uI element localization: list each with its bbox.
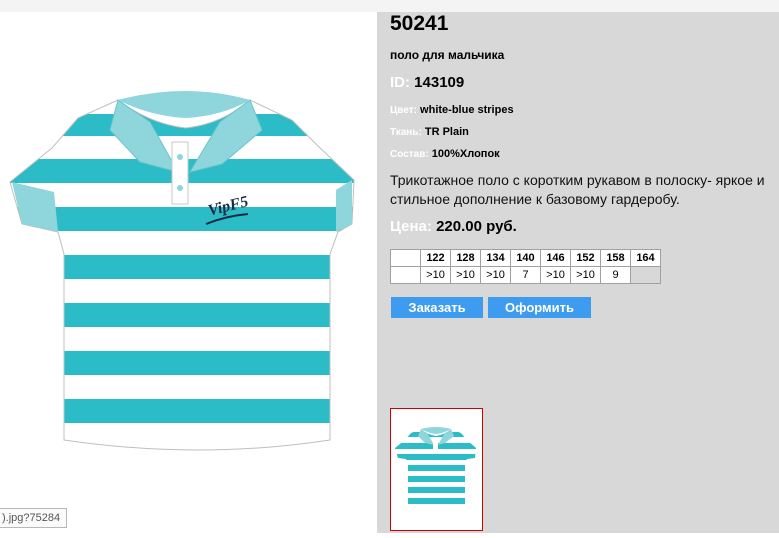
product-thumbnail[interactable] (390, 408, 483, 531)
size-stock-cell[interactable]: >10 (570, 266, 601, 284)
size-header: 164 (630, 249, 661, 267)
size-header: 146 (540, 249, 571, 267)
product-id-row: ID: 143109 (390, 74, 464, 91)
size-table: 122 128 134 140 146 152 158 164 >10 >10 … (390, 249, 661, 284)
color-value: white-blue stripes (420, 104, 514, 116)
fabric-row: Ткань: TR Plain (390, 126, 469, 138)
price-value: 220.00 руб. (436, 218, 517, 235)
size-header: 122 (420, 249, 451, 267)
order-button[interactable]: Заказать (391, 297, 483, 318)
product-image-panel: VipF5 (0, 12, 377, 533)
size-header: 134 (480, 249, 511, 267)
fabric-value: TR Plain (424, 126, 469, 138)
size-header-row: 122 128 134 140 146 152 158 164 (390, 249, 661, 267)
size-header: 128 (450, 249, 481, 267)
color-label: Цвет: (390, 105, 417, 116)
id-value: 143109 (414, 74, 465, 91)
size-stock-cell[interactable]: >10 (420, 266, 451, 284)
polo-shirt-thumbnail-image (395, 427, 476, 509)
size-stock-cell (630, 266, 661, 284)
size-header: 152 (570, 249, 601, 267)
price-row: Цена: 220.00 руб. (390, 218, 517, 235)
polo-shirt-image[interactable]: VipF5 (0, 12, 377, 533)
size-stock-cell[interactable]: 9 (600, 266, 631, 284)
checkout-button[interactable]: Оформить (488, 297, 591, 318)
price-label: Цена: (390, 218, 432, 235)
size-stock-cell[interactable]: >10 (540, 266, 571, 284)
size-stock-corner (390, 266, 421, 284)
composition-value: 100%Хлопок (431, 148, 500, 160)
size-header: 158 (600, 249, 631, 267)
composition-label: Состав: (390, 149, 429, 160)
product-description: Трикотажное поло с коротким рукавом в по… (390, 172, 765, 207)
color-row: Цвет: white-blue stripes (390, 104, 514, 116)
fabric-label: Ткань: (390, 127, 422, 138)
size-stock-row: >10 >10 >10 7 >10 >10 9 (390, 266, 661, 284)
size-stock-cell[interactable]: >10 (450, 266, 481, 284)
product-sku: 50241 (390, 12, 449, 35)
size-stock-cell[interactable]: >10 (480, 266, 511, 284)
url-tooltip: ).jpg?75284 (0, 508, 68, 528)
product-subtitle: поло для мальчика (390, 48, 505, 62)
composition-row: Состав: 100%Хлопок (390, 148, 500, 160)
size-header: 140 (510, 249, 541, 267)
size-stock-cell[interactable]: 7 (510, 266, 541, 284)
size-table-corner (390, 249, 421, 267)
id-label: ID: (390, 74, 410, 91)
